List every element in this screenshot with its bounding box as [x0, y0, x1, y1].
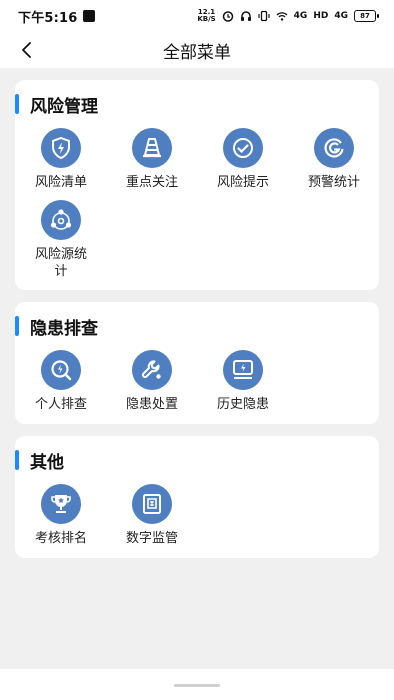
section-title: 隐患排查 [30, 318, 98, 339]
status-bar: 下午5:16 12.1 KB/S 4G HD 4G 87 [0, 0, 394, 32]
menu-label: 数字监管 [125, 531, 178, 546]
page-title: 全部菜单 [163, 42, 231, 63]
menu-item-personal-inspection[interactable]: 个人排查 [21, 350, 101, 413]
menu-label: 隐患处置 [125, 397, 178, 412]
alarm-icon [222, 11, 233, 22]
headphone-icon [240, 11, 251, 21]
menu-label: 风险提示 [216, 175, 269, 190]
wrench-icon [132, 350, 172, 390]
menu-label: 个人排查 [34, 397, 87, 412]
section-hazard-inspection: 隐患排查 个人排查 隐患处置 历史隐患 [15, 302, 379, 424]
menu-label: 考核排名 [34, 531, 87, 546]
menu-label: 预警统计 [307, 175, 360, 190]
network-nodes-icon [41, 200, 81, 240]
trophy-icon [41, 484, 81, 524]
section-header: 其他 [15, 450, 64, 473]
section-header: 隐患排查 [15, 316, 98, 339]
menu-item-hazard-history[interactable]: 历史隐患 [203, 350, 283, 413]
home-indicator[interactable] [174, 684, 220, 687]
menu-item-key-focus[interactable]: 重点关注 [112, 128, 192, 191]
menu-label: 风险清单 [34, 175, 87, 190]
network-speed-unit: KB/S [197, 15, 216, 23]
menu-item-risk-alert[interactable]: 风险提示 [203, 128, 283, 191]
menu-item-risk-list[interactable]: 风险清单 [21, 128, 101, 191]
section-header: 风险管理 [15, 94, 98, 117]
traffic-cone-icon [132, 128, 172, 168]
warning-stat-icon [314, 128, 354, 168]
section-risk-management: 风险管理 风险清单 重点关注 风险提示 预警统计 风险源统计 [15, 80, 379, 290]
history-device-icon [223, 350, 263, 390]
check-circle-icon [223, 128, 263, 168]
section-title: 其他 [30, 452, 64, 473]
week-document-icon [132, 484, 172, 524]
accent-bar [15, 450, 19, 470]
notification-icon [82, 10, 95, 22]
menu-item-assessment-ranking[interactable]: 考核排名 [21, 484, 101, 547]
menu-label: 风险源统计 [34, 247, 87, 279]
menu-item-hazard-handling[interactable]: 隐患处置 [112, 350, 192, 413]
menu-item-risk-source-stats[interactable]: 风险源统计 [21, 200, 101, 280]
network-speed: 12.1 KB/S [197, 9, 215, 23]
accent-bar [15, 316, 19, 336]
search-lightning-icon [41, 350, 81, 390]
battery-icon: 87 [354, 10, 379, 22]
section-others: 其他 考核排名 数字监管 [15, 436, 379, 558]
nav-bar: 全部菜单 [0, 32, 394, 68]
accent-bar [15, 94, 19, 114]
wifi-icon [276, 12, 288, 21]
menu-item-warning-stats[interactable]: 预警统计 [294, 128, 374, 191]
menu-item-digital-supervision[interactable]: 数字监管 [112, 484, 192, 547]
back-button[interactable] [12, 36, 40, 64]
signal-1: 4G [293, 11, 308, 21]
signal-3: 4G [334, 11, 348, 21]
shield-lightning-icon [41, 128, 81, 168]
section-title: 风险管理 [30, 96, 98, 117]
menu-label: 历史隐患 [216, 397, 269, 412]
menu-label: 重点关注 [125, 175, 178, 190]
signal-2: HD [313, 11, 329, 21]
status-time: 下午5:16 [18, 10, 78, 26]
chevron-left-icon [22, 42, 31, 58]
vibrate-icon [258, 10, 270, 22]
